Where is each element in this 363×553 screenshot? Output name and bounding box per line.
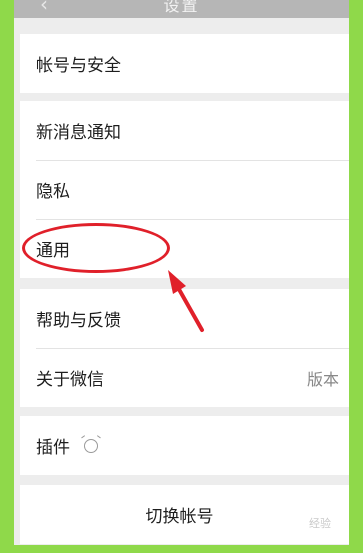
arrow-head	[168, 270, 186, 294]
arrow-shaft	[174, 282, 204, 332]
watermark: 经验	[309, 517, 331, 530]
phone-frame: ‹ 设置 帐号与安全 新消息通知 隐私 通用 帮助与反馈 关于微信 版本 插件	[0, 0, 363, 553]
annotation-arrow	[168, 270, 204, 332]
